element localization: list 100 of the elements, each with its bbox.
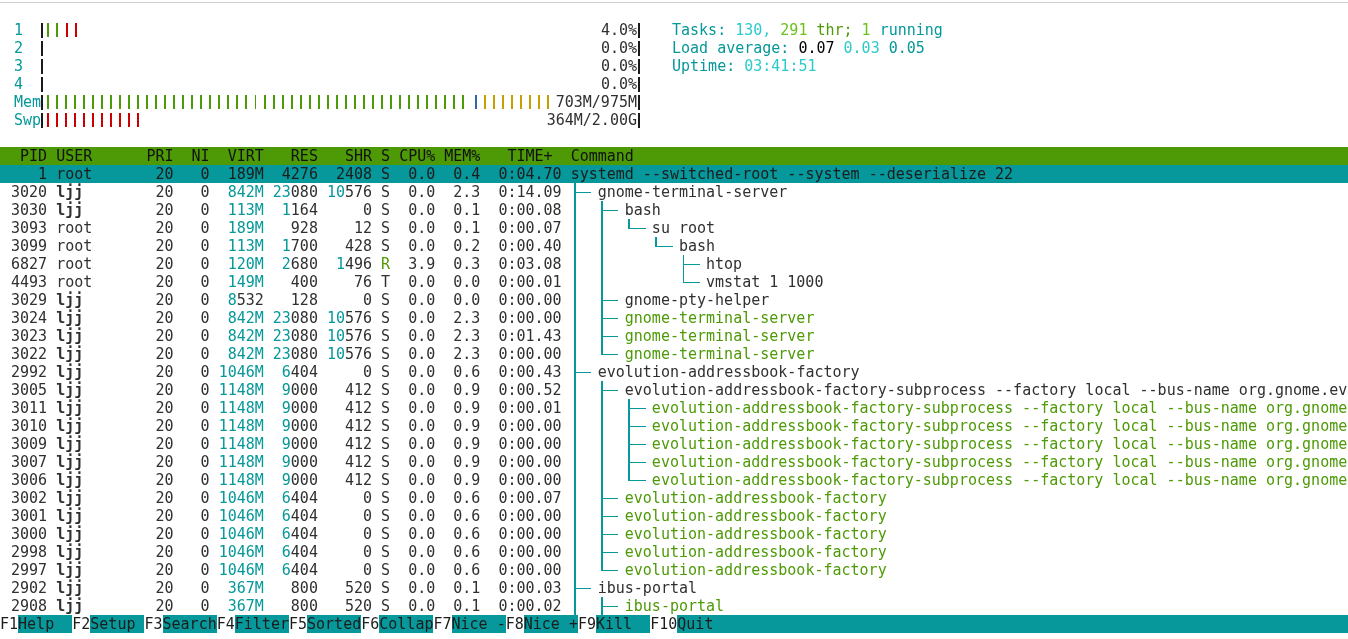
- table-cell: gnome-terminal-server: [597, 183, 788, 201]
- process-row[interactable]: 3011 ljj 20 0 1148M 9000 412 S 0.0 0.9 0:00.01 evolution-addressbook-factory-subprocess --factory local --bus-name org.gnome: [0, 399, 1348, 417]
- table-cell-text: 0: [199, 363, 210, 381]
- summary-value: 0.05: [888, 39, 925, 57]
- table-cell-text: 0.0: [407, 345, 436, 363]
- table-cell-text: 0:00.00: [497, 525, 562, 543]
- table-cell: 1046M: [218, 507, 264, 525]
- table-cell: 1046M: [218, 489, 264, 507]
- column-header[interactable]: NI: [182, 147, 210, 165]
- column-header[interactable]: TIME+: [489, 147, 562, 165]
- column-header[interactable]: SHR: [326, 147, 373, 165]
- table-cell-text: 9000: [280, 417, 318, 435]
- table-cell-text: 0: [199, 507, 210, 525]
- table-cell-text: ljj: [56, 579, 85, 597]
- process-row[interactable]: 3000 ljj 20 0 1046M 6404 0 S 0.0 0.6 0:00.00 evolution-addressbook-factory: [0, 525, 1348, 543]
- process-row[interactable]: 3002 ljj 20 0 1046M 6404 0 S 0.0 0.6 0:00.07 evolution-addressbook-factory: [0, 489, 1348, 507]
- table-cell: 1046M: [218, 561, 264, 579]
- table-cell-text: 20: [154, 363, 174, 381]
- table-cell-text: 800: [289, 597, 318, 615]
- table-cell-text: 0: [199, 165, 210, 183]
- column-header[interactable]: USER: [56, 147, 138, 165]
- column-header[interactable]: VIRT: [218, 147, 264, 165]
- process-row[interactable]: 2998 ljj 20 0 1046M 6404 0 S 0.0 0.6 0:00.00 evolution-addressbook-factory: [0, 543, 1348, 561]
- table-cell-text: 0: [199, 471, 210, 489]
- process-row[interactable]: 3099 root 20 0 113M 1700 428 S 0.0 0.2 0:00.40 bash: [0, 237, 1348, 255]
- table-cell: evolution-addressbook-factory: [597, 363, 860, 381]
- table-cell-text: 20: [154, 345, 174, 363]
- table-cell: 10576: [326, 327, 373, 345]
- table-cell-text: 2.3: [452, 345, 481, 363]
- meter-label: 3: [14, 57, 25, 75]
- table-cell-text: 0: [199, 453, 210, 471]
- table-cell: su root: [651, 219, 716, 237]
- column-header[interactable]: PID: [2, 147, 48, 165]
- process-row[interactable]: 3007 ljj 20 0 1148M 9000 412 S 0.0 0.9 0:00.00 evolution-addressbook-factory-subprocess --factory local --bus-name org.gnome: [0, 453, 1348, 471]
- table-cell-text: root: [56, 255, 94, 273]
- process-row[interactable]: 4493 root 20 0 149M 400 76 T 0.0 0.0 0:00.01 vmstat 1 1000: [0, 273, 1348, 291]
- table-cell: R: [381, 255, 391, 273]
- process-row[interactable]: 3024 ljj 20 0 842M 23080 10576 S 0.0 2.3 0:00.00 gnome-terminal-server: [0, 309, 1348, 327]
- process-row[interactable]: 3030 ljj 20 0 113M 1164 0 S 0.0 0.1 0:00.08 bash: [0, 201, 1348, 219]
- table-cell-text: 0.3: [452, 255, 481, 273]
- process-row[interactable]: 3023 ljj 20 0 842M 23080 10576 S 0.0 2.3 0:01.43 gnome-terminal-server: [0, 327, 1348, 345]
- process-row[interactable]: 6827 root 20 0 120M 2680 1496 R 3.9 0.3 0:03.08 htop: [0, 255, 1348, 273]
- table-cell: 1148M: [218, 381, 264, 399]
- process-row[interactable]: 2997 ljj 20 0 1046M 6404 0 S 0.0 0.6 0:00.00 evolution-addressbook-factory: [0, 561, 1348, 579]
- process-row[interactable]: 3010 ljj 20 0 1148M 9000 412 S 0.0 0.9 0:00.00 evolution-addressbook-factory-subprocess --factory local --bus-name org.gnome: [0, 417, 1348, 435]
- process-row[interactable]: 1 root 20 0 189M 4276 2408 S 0.0 0.4 0:04.70 systemd --switched-root --system --deserialize 22: [0, 165, 1348, 183]
- table-cell-text: 3022: [10, 345, 48, 363]
- process-row[interactable]: 2902 ljj 20 0 367M 800 520 S 0.0 0.1 0:00.03 ibus-portal: [0, 579, 1348, 597]
- table-cell-text: 0.0: [407, 543, 436, 561]
- table-cell-text: 842M: [226, 345, 264, 363]
- table-cell: evolution-addressbook-factory: [624, 561, 887, 579]
- table-cell-text: 20: [154, 255, 174, 273]
- table-cell: ibus-portal: [624, 597, 725, 615]
- table-cell-text: 0: [362, 201, 373, 219]
- table-cell-text: 1: [37, 165, 48, 183]
- process-row[interactable]: 2908 ljj 20 0 367M 800 520 S 0.0 0.1 0:00.02 ibus-portal: [0, 597, 1348, 615]
- summary-value: 0.03: [843, 39, 880, 57]
- column-header[interactable]: CPU%: [399, 147, 436, 165]
- table-cell-text: 0.9: [452, 381, 481, 399]
- process-row[interactable]: 2992 ljj 20 0 1046M 6404 0 S 0.0 0.6 0:00.43 evolution-addressbook-factory: [0, 363, 1348, 381]
- meter-value: 364M/2.00G: [546, 111, 637, 129]
- process-row[interactable]: 3006 ljj 20 0 1148M 9000 412 S 0.0 0.9 0:00.00 evolution-addressbook-factory-subprocess --factory local --bus-name org.gnome: [0, 471, 1348, 489]
- column-header[interactable]: RES: [272, 147, 318, 165]
- column-header[interactable]: Command: [570, 147, 1348, 165]
- table-cell: evolution-addressbook-factory-subprocess --factory local --bus-name org.gnome: [651, 471, 1348, 489]
- column-header[interactable]: MEM%: [444, 147, 481, 165]
- meter-value: 0.0%: [600, 75, 637, 93]
- column-header[interactable]: S: [381, 147, 391, 165]
- table-cell-text: 2680: [280, 255, 318, 273]
- table-cell: S: [381, 165, 391, 183]
- process-row[interactable]: 3093 root 20 0 189M 928 12 S 0.0 0.1 0:00.07 su root: [0, 219, 1348, 237]
- table-cell-text: 4493: [10, 273, 48, 291]
- table-cell-text: 0: [362, 561, 373, 579]
- table-cell-text: 2408: [334, 165, 373, 183]
- table-cell-text: 20: [154, 219, 174, 237]
- table-cell-text: 0.0: [407, 417, 436, 435]
- table-cell: evolution-addressbook-factory: [624, 525, 887, 543]
- table-cell-text: 0: [199, 399, 210, 417]
- table-cell-text: 367M: [226, 579, 264, 597]
- table-cell: 1148M: [218, 417, 264, 435]
- column-header[interactable]: PRI: [146, 147, 174, 165]
- process-row[interactable]: 3005 ljj 20 0 1148M 9000 412 S 0.0 0.9 0:00.52 evolution-addressbook-factory-subprocess --factory local --bus-name org.gnome.ev: [0, 381, 1348, 399]
- process-row[interactable]: 3022 ljj 20 0 842M 23080 10576 S 0.0 2.3 0:00.00 gnome-terminal-server: [0, 345, 1348, 363]
- table-cell-text: 1496: [334, 255, 373, 273]
- table-cell-text: 0.6: [452, 525, 481, 543]
- process-row[interactable]: 3009 ljj 20 0 1148M 9000 412 S 0.0 0.9 0:00.00 evolution-addressbook-factory-subprocess --factory local --bus-name org.gnome: [0, 435, 1348, 453]
- table-cell-text: 0: [362, 363, 373, 381]
- summary-value: 03:41:51: [744, 57, 817, 75]
- table-cell: S: [381, 219, 391, 237]
- table-cell-text: 20: [154, 309, 174, 327]
- table-cell-text: ljj: [56, 183, 85, 201]
- process-row[interactable]: 3020 ljj 20 0 842M 23080 10576 S 0.0 2.3 0:14.09 gnome-terminal-server: [0, 183, 1348, 201]
- process-row[interactable]: 3029 ljj 20 0 8532 128 0 S 0.0 0.0 0:00.00 gnome-pty-helper: [0, 291, 1348, 309]
- process-row[interactable]: 3001 ljj 20 0 1046M 6404 0 S 0.0 0.6 0:00.00 evolution-addressbook-factory: [0, 507, 1348, 525]
- table-cell-text: 120M: [226, 255, 264, 273]
- table-cell-text: 0:00.00: [497, 543, 562, 561]
- table-cell-text: 400: [289, 273, 318, 291]
- meter-value: 0.0%: [600, 39, 637, 57]
- table-cell-text: 0:00.01: [497, 273, 562, 291]
- table-cell-text: 0: [199, 237, 210, 255]
